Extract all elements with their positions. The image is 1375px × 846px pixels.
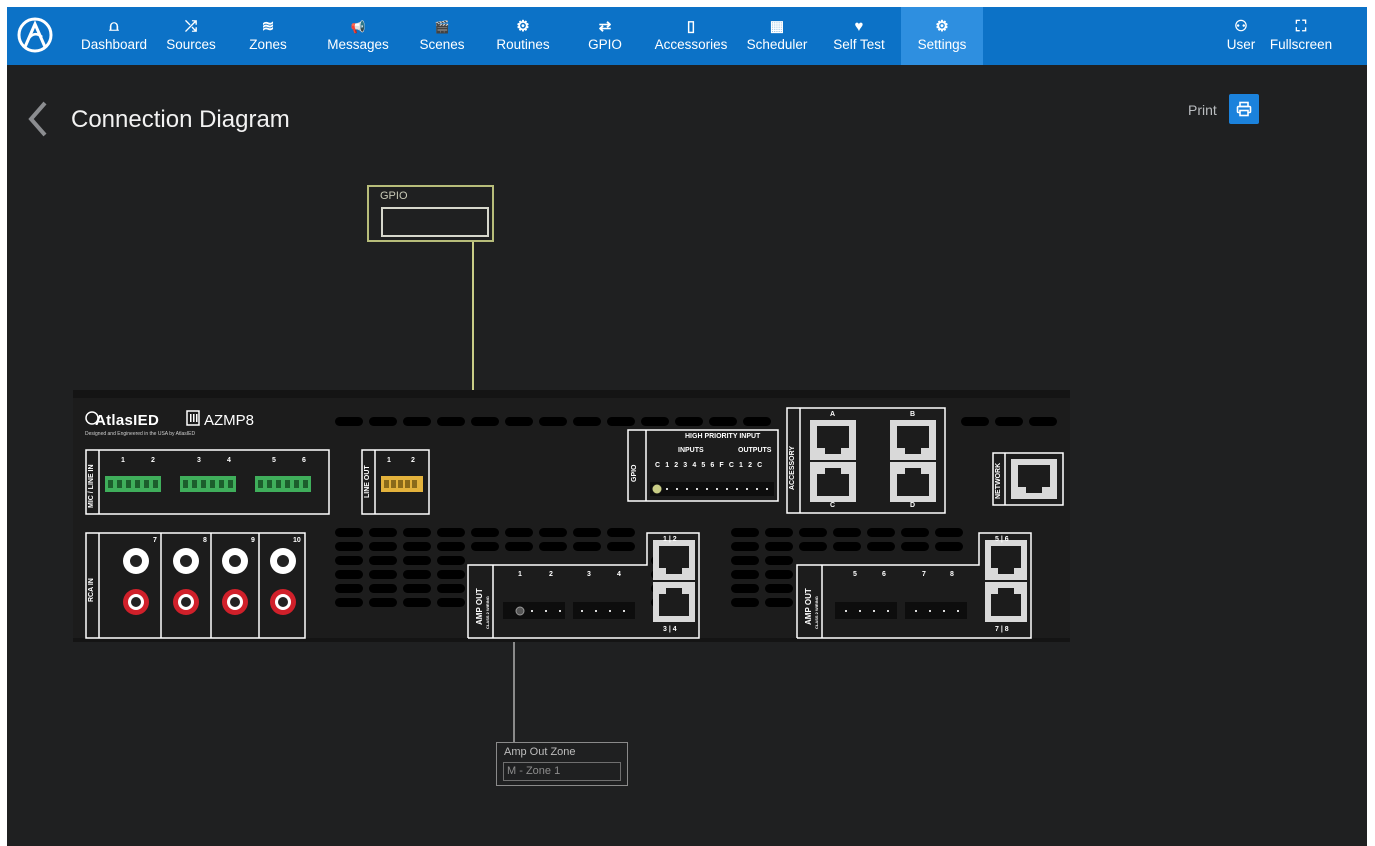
amp-channel-8: 8 — [950, 571, 954, 578]
line-out-channel-1: 1 — [387, 457, 391, 464]
amp-channel-4: 4 — [617, 571, 621, 578]
amp-channel-7: 7 — [922, 571, 926, 578]
rca-in-label: RCA IN — [88, 578, 95, 602]
amp-out-right-label: AMP OUT — [804, 588, 813, 625]
network-label: NETWORK — [995, 462, 1002, 499]
amp-port-5-6: 5 | 6 — [995, 536, 1009, 543]
line-out-channel-2: 2 — [411, 457, 415, 464]
gpio-outputs-label: OUTPUTS — [738, 447, 772, 454]
amp-channel-5: 5 — [853, 571, 857, 578]
amp-out-left-label: AMP OUT — [475, 588, 484, 625]
line-out-label: LINE OUT — [364, 465, 371, 498]
amp-channel-3: 3 — [587, 571, 591, 578]
azmp8-rear-panel: AtlasIED AZMP8 Designed and Engineered i… — [73, 390, 1070, 642]
mic-channel-1: 1 — [121, 457, 125, 464]
amp-channel-1: 1 — [518, 571, 522, 578]
amp-out-zone-field[interactable]: M - Zone 1 — [503, 762, 621, 781]
amp-port-3-4: 3 | 4 — [663, 626, 677, 633]
amp-channel-6: 6 — [882, 571, 886, 578]
gpio-panel-label: GPIO — [631, 464, 638, 482]
mic-channel-4: 4 — [227, 457, 231, 464]
accessory-label: ACCESSORY — [789, 445, 796, 490]
amp-port-1-2: 1 | 2 — [663, 536, 677, 543]
class2-right-label: CLASS 2 WIRING — [814, 596, 819, 629]
mic-channel-6: 6 — [302, 457, 306, 464]
accessory-port-c: C — [830, 502, 836, 509]
mic-line-in-label: MIC / LINE IN — [88, 464, 95, 508]
gpio-callout-label: GPIO — [380, 190, 408, 202]
mic-channel-3: 3 — [197, 457, 201, 464]
rca-channel-9: 9 — [251, 537, 255, 544]
accessory-port-b: B — [910, 411, 916, 418]
rca-channel-8: 8 — [203, 537, 207, 544]
accessory-port-a: A — [830, 411, 836, 418]
device-model: AZMP8 — [204, 412, 255, 429]
amp-out-zone-callout[interactable]: Amp Out Zone M - Zone 1 — [496, 742, 628, 786]
rca-channel-10: 10 — [293, 537, 301, 544]
amp-port-7-8: 7 | 8 — [995, 626, 1009, 633]
amp-out-zone-label: Amp Out Zone — [504, 746, 576, 758]
device-tagline: Designed and Engineered in the USA by At… — [85, 431, 196, 437]
mic-channel-5: 5 — [272, 457, 276, 464]
amp-channel-2: 2 — [549, 571, 553, 578]
gpio-callout[interactable]: GPIO — [367, 185, 494, 242]
gpio-pin-labels: C 1 2 3 4 5 6 F C 1 2 C — [655, 462, 764, 469]
gpio-inputs-label: INPUTS — [678, 447, 704, 454]
high-priority-input-label: HIGH PRIORITY INPUT — [685, 433, 761, 440]
accessory-port-d: D — [910, 502, 916, 509]
rca-channel-7: 7 — [153, 537, 157, 544]
gpio-callout-field[interactable] — [381, 207, 489, 237]
device-brand: AtlasIED — [95, 412, 160, 429]
mic-channel-2: 2 — [151, 457, 155, 464]
app-window: ⩍ Dashboard ⤮ Sources ≋ Zones 📢 Messages… — [7, 7, 1367, 846]
class2-left-label: CLASS 2 WIRING — [485, 596, 490, 629]
